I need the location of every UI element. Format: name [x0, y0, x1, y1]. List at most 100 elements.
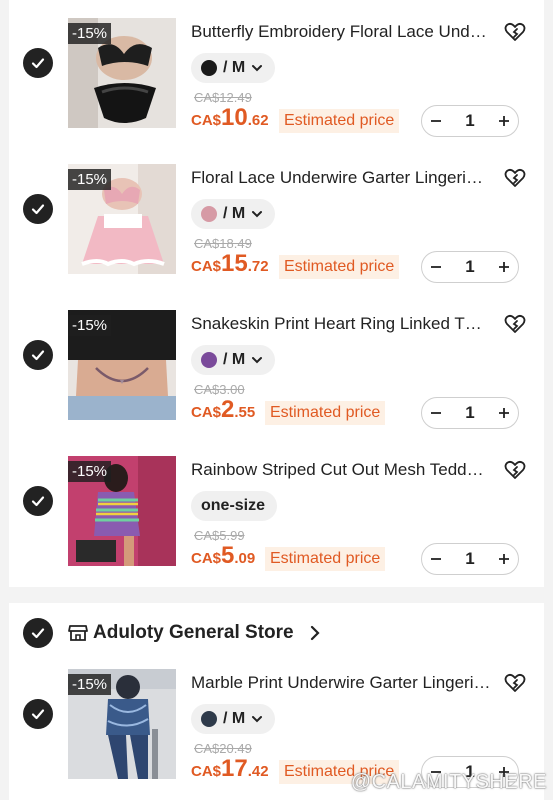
estimated-price-tag: Estimated price — [279, 255, 400, 279]
item-checkbox[interactable] — [23, 699, 53, 729]
price-currency: CA$ — [191, 763, 222, 780]
quantity-value[interactable]: 1 — [450, 111, 490, 131]
current-price: CA$17.42 — [191, 755, 269, 786]
price-decimal: .62 — [247, 112, 269, 129]
heart-plus-icon[interactable] — [503, 166, 527, 190]
check-icon — [31, 350, 45, 361]
check-icon — [31, 204, 45, 215]
product-title[interactable]: Marble Print Underwire Garter Lingerie S… — [191, 672, 491, 694]
original-price: CA$3.00 — [194, 382, 245, 397]
item-checkbox[interactable] — [23, 486, 53, 516]
chevron-right-icon[interactable] — [309, 625, 321, 641]
decrease-quantity-button[interactable] — [422, 253, 450, 281]
estimated-price-tag: Estimated price — [279, 109, 400, 133]
variant-label: / M — [223, 205, 246, 222]
increase-quantity-button[interactable] — [490, 253, 518, 281]
cart-item: -15% Rainbow Striped Cut Out Mesh Teddy … — [9, 438, 544, 584]
color-swatch — [201, 206, 217, 222]
product-image[interactable]: -15% — [68, 18, 176, 128]
chevron-down-icon — [252, 716, 263, 723]
price-integer: 17 — [221, 755, 248, 782]
original-price: CA$20.49 — [194, 741, 252, 756]
current-price: CA$10.62 — [191, 104, 269, 135]
price-currency: CA$ — [191, 404, 222, 421]
increase-quantity-button[interactable] — [490, 107, 518, 135]
product-title[interactable]: Floral Lace Underwire Garter Lingerie Se… — [191, 167, 491, 189]
discount-badge: -15% — [68, 674, 112, 695]
product-title[interactable]: Snakeskin Print Heart Ring Linked Thong — [191, 313, 491, 335]
plus-icon — [499, 262, 509, 272]
watermark: @CALAMITYSHERE — [350, 771, 547, 793]
minus-icon — [431, 412, 441, 414]
discount-badge: -15% — [68, 23, 112, 44]
minus-icon — [431, 120, 441, 122]
variant-selector[interactable]: / M — [191, 53, 276, 83]
product-title[interactable]: Butterfly Embroidery Floral Lace Underwi… — [191, 21, 491, 43]
heart-plus-icon[interactable] — [503, 458, 527, 482]
variant-selector[interactable]: one-size — [191, 491, 278, 521]
variant-label: / M — [223, 59, 246, 76]
current-price: CA$5.09 — [191, 542, 255, 573]
plus-icon — [499, 408, 509, 418]
variant-selector[interactable]: / M — [191, 704, 276, 734]
item-checkbox[interactable] — [23, 48, 53, 78]
store-name[interactable]: Aduloty General Store — [93, 621, 294, 645]
current-price: CA$2.55 — [191, 396, 255, 427]
product-title[interactable]: Rainbow Striped Cut Out Mesh Teddy Bodys… — [191, 459, 491, 481]
cart-item: -15% Floral Lace Underwire Garter Linger… — [9, 146, 544, 292]
chevron-down-icon — [252, 357, 263, 364]
check-icon — [31, 58, 45, 69]
price-integer: 10 — [221, 104, 248, 131]
product-image[interactable]: -15% — [68, 164, 176, 274]
variant-label: / M — [223, 351, 246, 368]
product-image[interactable]: -15% — [68, 456, 176, 566]
price-integer: 2 — [221, 396, 235, 423]
quantity-stepper: 1 — [421, 397, 519, 429]
decrease-quantity-button[interactable] — [422, 399, 450, 427]
variant-selector[interactable]: / M — [191, 345, 276, 375]
item-checkbox[interactable] — [23, 194, 53, 224]
current-price: CA$15.72 — [191, 250, 269, 281]
color-swatch — [201, 60, 217, 76]
discount-badge: -15% — [68, 315, 112, 336]
decrease-quantity-button[interactable] — [422, 107, 450, 135]
discount-badge: -15% — [68, 461, 112, 482]
original-price: CA$18.49 — [194, 236, 252, 251]
store-icon — [68, 625, 88, 641]
quantity-stepper: 1 — [421, 251, 519, 283]
color-swatch — [201, 711, 217, 727]
price-decimal: .09 — [234, 550, 256, 567]
price-decimal: .42 — [247, 763, 269, 780]
item-checkbox[interactable] — [23, 340, 53, 370]
price-currency: CA$ — [191, 112, 222, 129]
quantity-value[interactable]: 1 — [450, 403, 490, 423]
increase-quantity-button[interactable] — [490, 545, 518, 573]
original-price: CA$12.49 — [194, 90, 252, 105]
increase-quantity-button[interactable] — [490, 399, 518, 427]
price-decimal: .55 — [234, 404, 256, 421]
estimated-price-tag: Estimated price — [265, 401, 386, 425]
color-swatch — [201, 352, 217, 368]
cart-item-list: -15% Butterfly Embroidery Floral Lace Un… — [9, 0, 544, 587]
heart-plus-icon[interactable] — [503, 20, 527, 44]
decrease-quantity-button[interactable] — [422, 545, 450, 573]
variant-selector[interactable]: / M — [191, 199, 276, 229]
minus-icon — [431, 558, 441, 560]
variant-label: / M — [223, 710, 246, 727]
product-image[interactable]: -15% — [68, 310, 176, 420]
price-currency: CA$ — [191, 550, 222, 567]
price-currency: CA$ — [191, 258, 222, 275]
discount-badge: -15% — [68, 169, 112, 190]
quantity-value[interactable]: 1 — [450, 549, 490, 569]
price-decimal: .72 — [247, 258, 269, 275]
quantity-value[interactable]: 1 — [450, 257, 490, 277]
heart-plus-icon[interactable] — [503, 671, 527, 695]
check-icon — [31, 709, 45, 720]
store-checkbox[interactable] — [23, 618, 53, 648]
check-icon — [31, 496, 45, 507]
cart-item: -15% Snakeskin Print Heart Ring Linked T… — [9, 292, 544, 438]
estimated-price-tag: Estimated price — [265, 547, 386, 571]
heart-plus-icon[interactable] — [503, 312, 527, 336]
product-image[interactable]: -15% — [68, 669, 176, 779]
cart-item: -15% Butterfly Embroidery Floral Lace Un… — [9, 0, 544, 146]
